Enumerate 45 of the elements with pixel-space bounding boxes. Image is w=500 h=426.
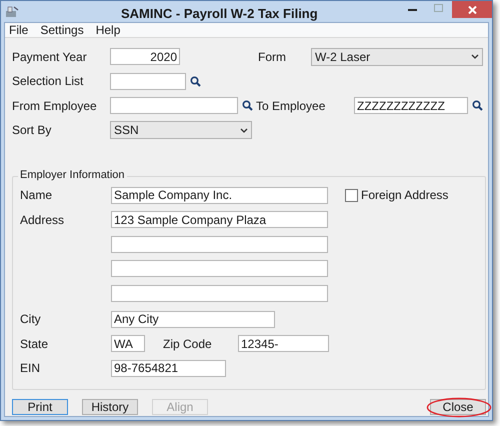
field-label: Form xyxy=(258,50,287,62)
text-field[interactable]: 123 Sample Company Plaza xyxy=(111,211,328,228)
dialog-button[interactable]: History xyxy=(82,399,138,415)
field-label: Zip Code xyxy=(163,338,213,350)
text-field[interactable] xyxy=(111,236,328,252)
text-field[interactable] xyxy=(111,260,328,277)
group-title: Employer Information xyxy=(18,170,127,180)
checkbox[interactable] xyxy=(345,188,358,202)
field-label: From Employee xyxy=(12,100,98,112)
text-field[interactable]: WA xyxy=(111,335,145,352)
menu-item[interactable]: Settings xyxy=(40,24,84,36)
menu-item[interactable]: File xyxy=(9,24,28,36)
text-field[interactable] xyxy=(110,72,186,90)
text-field[interactable]: Any City xyxy=(111,310,275,328)
checkbox-label: Foreign Address xyxy=(361,189,448,201)
app-icon xyxy=(5,6,19,18)
text-field[interactable]: Sample Company Inc. xyxy=(111,186,328,204)
field-label: EIN xyxy=(20,362,42,374)
field-label: State xyxy=(20,338,50,350)
text-field[interactable]: 12345- xyxy=(238,335,329,352)
menu-item[interactable]: Help xyxy=(96,24,120,36)
chevron-down-icon xyxy=(471,54,479,59)
window-title: SAMINC - Payroll W-2 Tax Filing xyxy=(121,5,318,23)
text-field[interactable] xyxy=(111,284,328,302)
close-icon xyxy=(468,6,476,14)
close-button[interactable] xyxy=(452,1,492,18)
chevron-down-icon xyxy=(240,128,248,132)
field-label: Payment Year xyxy=(12,50,88,62)
text-field[interactable] xyxy=(110,97,238,114)
text-field[interactable]: 98-7654821 xyxy=(111,360,226,376)
field-label: Sort By xyxy=(12,124,52,136)
text-field[interactable]: 2020 xyxy=(110,48,180,65)
field-label: Name xyxy=(20,189,54,201)
search-icon[interactable] xyxy=(472,100,483,111)
dialog-button[interactable]: Print xyxy=(12,399,68,415)
search-icon[interactable] xyxy=(190,76,201,86)
field-label: Selection List xyxy=(12,75,84,87)
field-label: To Employee xyxy=(256,100,326,112)
dropdown[interactable]: SSN xyxy=(110,121,252,139)
field-label: City xyxy=(20,313,42,325)
dialog-button[interactable]: Close xyxy=(430,399,486,415)
search-icon[interactable] xyxy=(242,100,253,111)
dropdown[interactable]: W-2 Laser xyxy=(311,48,483,66)
field-label: Address xyxy=(20,214,66,226)
text-field[interactable]: ZZZZZZZZZZZZ xyxy=(354,97,468,114)
